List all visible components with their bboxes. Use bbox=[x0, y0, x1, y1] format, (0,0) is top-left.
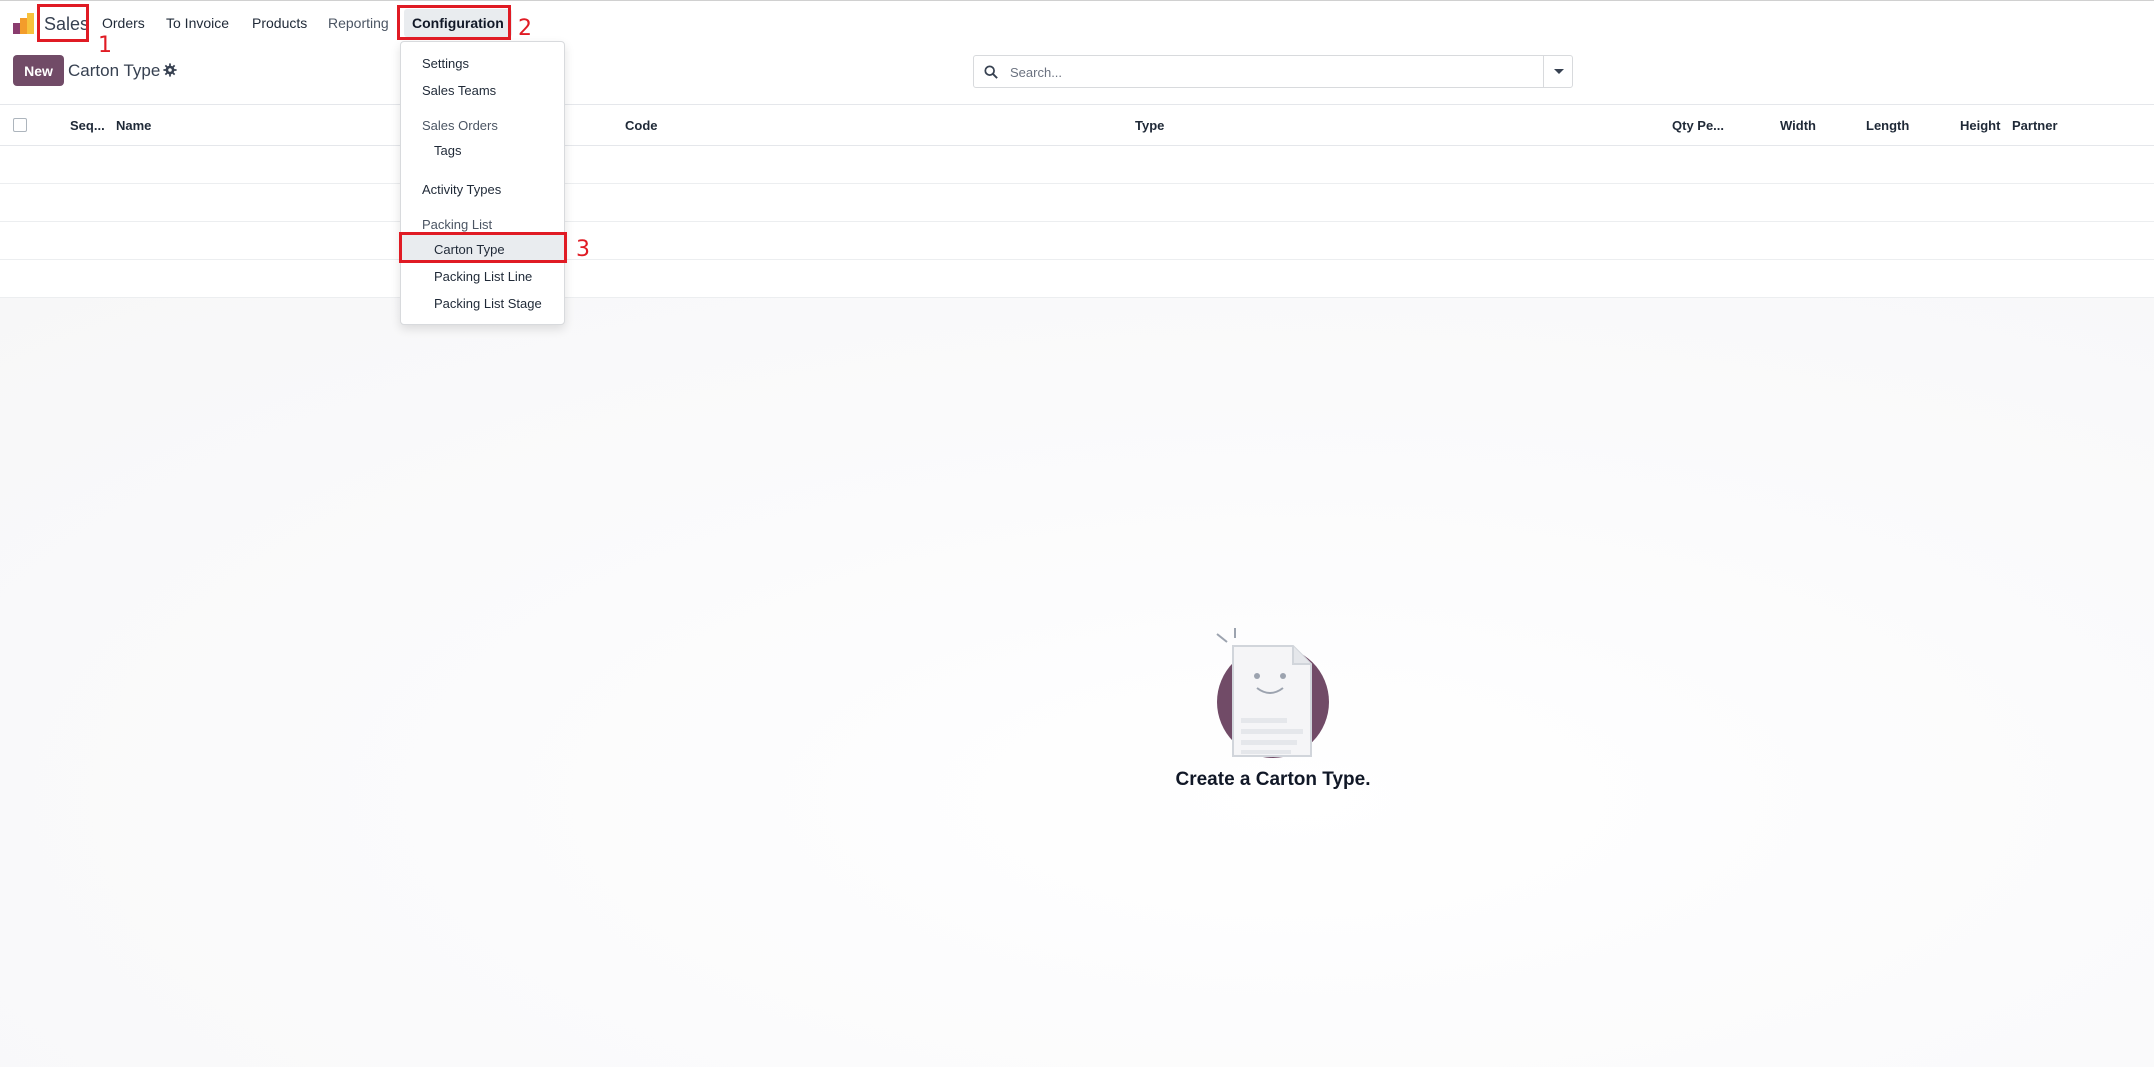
menu-section-packing-list: Packing List bbox=[422, 217, 493, 232]
column-name[interactable]: Name bbox=[116, 118, 151, 133]
caret-down-icon bbox=[1554, 69, 1564, 74]
empty-row bbox=[0, 222, 2154, 260]
gear-icon[interactable] bbox=[163, 63, 177, 77]
search-icon bbox=[984, 65, 998, 79]
annotation-number-3: 3 bbox=[576, 237, 590, 262]
sales-app-logo-icon[interactable] bbox=[12, 12, 36, 36]
configuration-dropdown: Settings Sales Teams Sales Orders Tags A… bbox=[400, 41, 565, 325]
empty-row bbox=[0, 146, 2154, 184]
select-all-checkbox[interactable] bbox=[13, 118, 27, 132]
breadcrumb: Carton Type bbox=[68, 61, 161, 80]
search-options-toggle[interactable] bbox=[1543, 56, 1572, 87]
annotation-number-2: 2 bbox=[518, 16, 532, 41]
column-length[interactable]: Length bbox=[1866, 118, 1909, 133]
menu-item-packing-list-stage[interactable]: Packing List Stage bbox=[434, 296, 542, 311]
new-button[interactable]: New bbox=[13, 55, 64, 86]
menu-item-sales-teams[interactable]: Sales Teams bbox=[422, 83, 496, 98]
menu-item-settings[interactable]: Settings bbox=[422, 56, 469, 71]
empty-row bbox=[0, 260, 2154, 298]
column-type[interactable]: Type bbox=[1135, 118, 1164, 133]
nav-reporting[interactable]: Reporting bbox=[328, 15, 389, 31]
nav-products[interactable]: Products bbox=[252, 15, 307, 31]
nav-app-name[interactable]: Sales bbox=[44, 14, 89, 35]
empty-state-background bbox=[0, 298, 2154, 1067]
column-width[interactable]: Width bbox=[1780, 118, 1816, 133]
column-height[interactable]: Height bbox=[1960, 118, 2000, 133]
column-sequence[interactable]: Seq... bbox=[70, 118, 105, 133]
menu-item-packing-list-line[interactable]: Packing List Line bbox=[434, 269, 532, 284]
menu-item-carton-type[interactable]: Carton Type bbox=[434, 242, 505, 257]
search-input[interactable] bbox=[1008, 60, 1508, 84]
column-qty-per[interactable]: Qty Pe... bbox=[1672, 118, 1724, 133]
menu-section-sales-orders: Sales Orders bbox=[422, 118, 498, 133]
nav-to-invoice[interactable]: To Invoice bbox=[166, 15, 229, 31]
column-code[interactable]: Code bbox=[625, 118, 658, 133]
column-partner[interactable]: Partner bbox=[2012, 118, 2058, 133]
menu-item-activity-types[interactable]: Activity Types bbox=[422, 182, 501, 197]
nav-orders[interactable]: Orders bbox=[102, 15, 145, 31]
search-bar bbox=[973, 55, 1573, 88]
top-navbar: Sales Orders To Invoice Products Reporti… bbox=[0, 0, 2154, 46]
empty-document-icon bbox=[1216, 628, 1329, 758]
list-header: Seq... Name Code Type Qty Pe... Width Le… bbox=[0, 104, 2154, 146]
empty-row bbox=[0, 184, 2154, 222]
empty-state-title: Create a Carton Type. bbox=[1175, 769, 1371, 790]
annotation-number-1: 1 bbox=[98, 33, 112, 58]
nav-configuration[interactable]: Configuration bbox=[404, 9, 512, 37]
menu-item-tags[interactable]: Tags bbox=[434, 143, 461, 158]
